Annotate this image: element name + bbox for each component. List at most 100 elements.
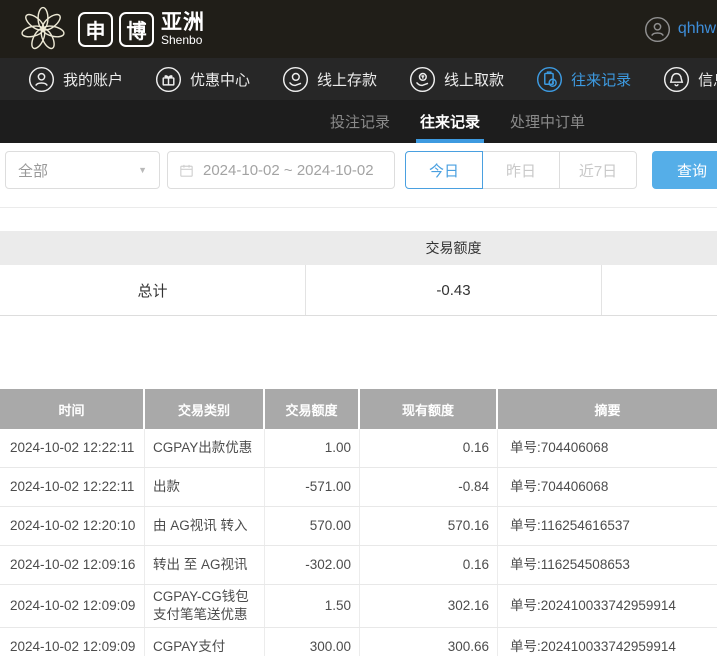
- cell-balance: 570.16: [360, 507, 498, 545]
- subtab-bet-records[interactable]: 投注记录: [330, 100, 390, 143]
- date-range-value: 2024-10-02 ~ 2024-10-02: [203, 162, 374, 179]
- subtab-transaction-records[interactable]: 往来记录: [420, 100, 480, 143]
- user-menu[interactable]: qhhw2: [644, 16, 717, 43]
- table-row: 2024-10-02 12:09:16转出 至 AG视讯-302.000.16单…: [0, 546, 717, 585]
- column-header: 交易类别: [145, 389, 265, 429]
- page: 申 博 亚洲 Shenbo qhhw2 我的账户优惠中心线上存款线上取款往来记录…: [0, 0, 717, 656]
- cell-time: 2024-10-02 12:22:11: [0, 429, 145, 467]
- nav-item-label: 线上取款: [444, 69, 504, 90]
- cell-balance: 0.16: [360, 429, 498, 467]
- nav-item-promotions[interactable]: 优惠中心: [155, 66, 250, 93]
- cell-time: 2024-10-02 12:09:09: [0, 585, 145, 627]
- cell-memo: 单号:116254616537: [498, 507, 717, 545]
- cell-amount: 1.00: [265, 429, 360, 467]
- nav-item-account[interactable]: 我的账户: [28, 66, 123, 93]
- table-row: 2024-10-02 12:09:09CGPAY支付300.00300.66单号…: [0, 628, 717, 656]
- cell-amount: 300.00: [265, 628, 360, 656]
- nav-item-label: 优惠中心: [190, 69, 250, 90]
- quick-button-today[interactable]: 今日: [405, 151, 483, 189]
- table-row: 2024-10-02 12:20:10由 AG视讯 转入570.00570.16…: [0, 507, 717, 546]
- nav-item-records[interactable]: 往来记录: [536, 66, 631, 93]
- cell-type: 转出 至 AG视讯: [145, 546, 265, 584]
- top-bar: 申 博 亚洲 Shenbo qhhw2: [0, 0, 717, 58]
- subtab-pending-orders[interactable]: 处理中订单: [510, 100, 585, 143]
- cell-type: CGPAY出款优惠: [145, 429, 265, 467]
- cell-memo: 单号:202410033742959914: [498, 628, 717, 656]
- user-icon: [28, 66, 55, 93]
- brand-region: 亚洲 Shenbo: [161, 12, 205, 46]
- cell-amount: 570.00: [265, 507, 360, 545]
- column-header: 交易额度: [265, 389, 360, 429]
- cell-amount: -571.00: [265, 468, 360, 506]
- quick-button-yesterday[interactable]: 昨日: [482, 151, 560, 189]
- cell-balance: -0.84: [360, 468, 498, 506]
- cell-memo: 单号:704406068: [498, 468, 717, 506]
- summary-table: 交易额度 总计 -0.43: [0, 231, 717, 316]
- quick-button-last7days[interactable]: 近7日: [559, 151, 637, 189]
- nav-item-label: 线上存款: [317, 69, 377, 90]
- main-nav: 我的账户 优惠中心 线上存款 线上取款 往来记录 信息: [0, 58, 717, 100]
- deposit-icon: [282, 66, 309, 93]
- cell-type: 出款: [145, 468, 265, 506]
- cell-balance: 0.16: [360, 546, 498, 584]
- summary-empty-cell: [602, 265, 717, 315]
- records-icon: [536, 66, 563, 93]
- brand-region-en: Shenbo: [161, 34, 205, 46]
- filter-bar: 全部 ▼ 2024-10-02 ~ 2024-10-02 今日昨日近7日 查询: [0, 143, 717, 208]
- quick-range-buttons: 今日昨日近7日: [405, 151, 637, 189]
- column-header: 摘要: [498, 389, 717, 429]
- nav-item-withdraw[interactable]: 线上取款: [409, 66, 504, 93]
- cell-memo: 单号:116254508653: [498, 546, 717, 584]
- cell-time: 2024-10-02 12:09:09: [0, 628, 145, 656]
- user-avatar-icon: [644, 16, 671, 43]
- summary-total-row: 总计 -0.43: [0, 265, 717, 316]
- summary-total-value: -0.43: [305, 265, 602, 315]
- cell-memo: 单号:202410033742959914: [498, 585, 717, 627]
- table-header-row: 时间交易类别交易额度现有额度摘要: [0, 389, 717, 429]
- sub-tabs: 投注记录往来记录处理中订单: [0, 100, 717, 143]
- brand-char-bo: 博: [119, 12, 154, 47]
- table-row: 2024-10-02 12:22:11CGPAY出款优惠1.000.16单号:7…: [0, 429, 717, 468]
- table-body: 2024-10-02 12:22:11CGPAY出款优惠1.000.16单号:7…: [0, 429, 717, 656]
- brand-logo[interactable]: 申 博 亚洲 Shenbo: [14, 4, 205, 54]
- cell-time: 2024-10-02 12:20:10: [0, 507, 145, 545]
- table-row: 2024-10-02 12:22:11出款-571.00-0.84单号:7044…: [0, 468, 717, 507]
- cell-amount: -302.00: [265, 546, 360, 584]
- cell-time: 2024-10-02 12:22:11: [0, 468, 145, 506]
- brand-char-shen: 申: [78, 12, 113, 47]
- bell-icon: [663, 66, 690, 93]
- nav-item-messages[interactable]: 信息: [663, 66, 717, 93]
- type-select[interactable]: 全部 ▼: [5, 151, 160, 189]
- brand-region-cn: 亚洲: [161, 12, 205, 33]
- cell-memo: 单号:704406068: [498, 429, 717, 467]
- transactions-table: 时间交易类别交易额度现有额度摘要 2024-10-02 12:22:11CGPA…: [0, 389, 717, 656]
- summary-header-empty2: [602, 231, 717, 265]
- summary-header-row: 交易额度: [0, 231, 717, 265]
- nav-item-deposit[interactable]: 线上存款: [282, 66, 377, 93]
- gift-icon: [155, 66, 182, 93]
- nav-item-label: 往来记录: [571, 69, 631, 90]
- nav-item-label: 信息: [698, 69, 717, 90]
- column-header: 时间: [0, 389, 145, 429]
- summary-header-amount: 交易额度: [305, 231, 602, 265]
- withdraw-icon: [409, 66, 436, 93]
- cell-type: CGPAY支付: [145, 628, 265, 656]
- cell-balance: 302.16: [360, 585, 498, 627]
- calendar-icon: [178, 162, 195, 179]
- summary-header-empty: [0, 231, 305, 265]
- username[interactable]: qhhw2: [678, 20, 717, 38]
- type-select-value: 全部: [18, 160, 48, 181]
- cell-type: 由 AG视讯 转入: [145, 507, 265, 545]
- chevron-down-icon: ▼: [138, 165, 147, 175]
- column-header: 现有额度: [360, 389, 498, 429]
- cell-amount: 1.50: [265, 585, 360, 627]
- flower-logo-icon: [14, 4, 72, 54]
- summary-total-label: 总计: [0, 265, 305, 315]
- cell-type: CGPAY-CG钱包支付笔笔送优惠: [145, 585, 265, 627]
- cell-time: 2024-10-02 12:09:16: [0, 546, 145, 584]
- query-button[interactable]: 查询: [652, 151, 717, 189]
- cell-balance: 300.66: [360, 628, 498, 656]
- nav-item-label: 我的账户: [63, 69, 123, 90]
- table-row: 2024-10-02 12:09:09CGPAY-CG钱包支付笔笔送优惠1.50…: [0, 585, 717, 628]
- date-range-input[interactable]: 2024-10-02 ~ 2024-10-02: [167, 151, 395, 189]
